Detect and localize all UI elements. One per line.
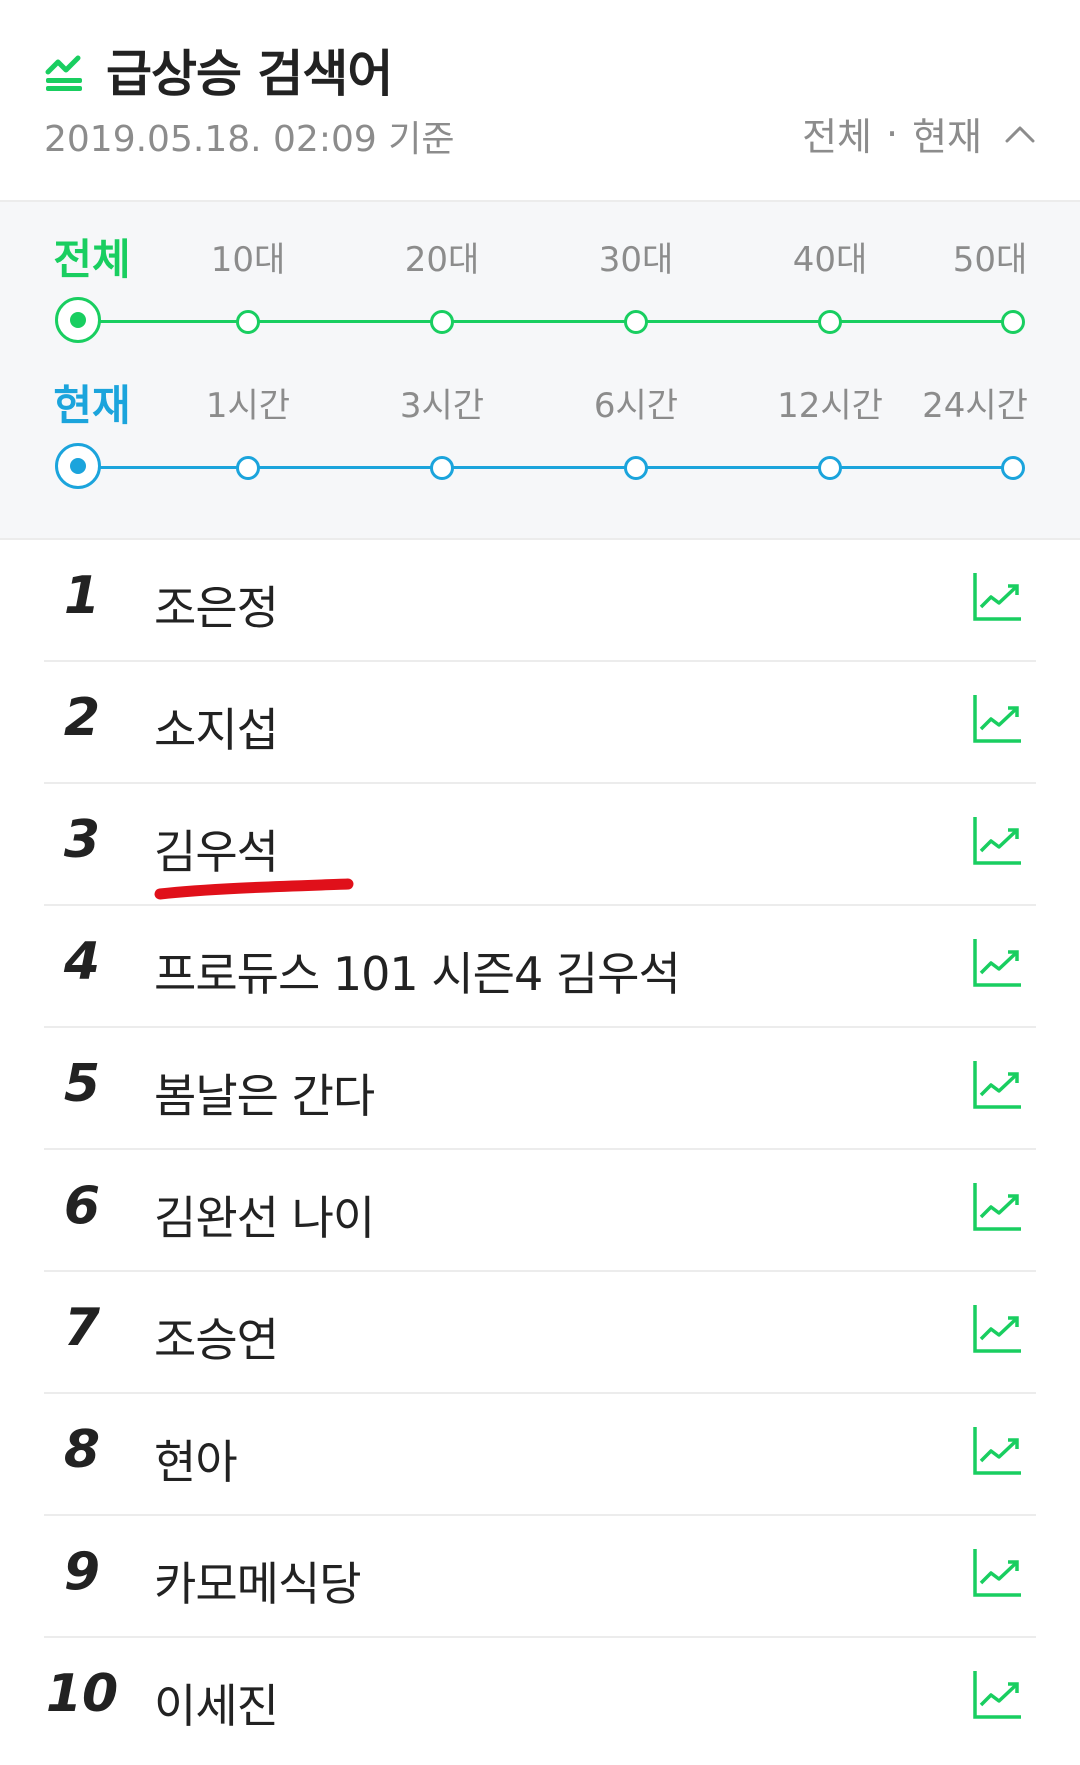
time-option-3h[interactable]: 3시간 [400, 378, 484, 427]
time-option-1h[interactable]: 1시간 [206, 378, 290, 427]
time-option-24h[interactable]: 24시간 [922, 378, 1028, 427]
page-title: 급상승 검색어 [106, 45, 393, 103]
filter-summary-toggle[interactable]: 전체 · 현재 [802, 106, 1036, 161]
trend-chart-icon[interactable] [972, 814, 1024, 866]
rank-number: 4 [63, 932, 101, 992]
time-slider-track[interactable] [78, 466, 1013, 469]
rank-number: 3 [63, 810, 101, 870]
time-option-12h[interactable]: 12시간 [777, 378, 883, 427]
time-option-now[interactable]: 현재 [53, 372, 130, 433]
rank-keyword[interactable]: 소지섭 [154, 694, 279, 760]
rising-trend-icon [45, 55, 82, 91]
ranking-item-9[interactable]: 9 카모메식당 [44, 1516, 1036, 1638]
rank-number: 5 [63, 1054, 101, 1114]
rank-keyword[interactable]: 조승연 [154, 1304, 279, 1370]
trend-chart-icon[interactable] [972, 692, 1024, 744]
time-node-now[interactable] [55, 443, 101, 489]
ranking-item-2[interactable]: 2 소지섭 [44, 662, 1036, 784]
time-filter-slider[interactable]: 현재 1시간 3시간 6시간 12시간 24시간 [0, 378, 1080, 518]
rank-keyword[interactable]: 현아 [154, 1426, 238, 1492]
ranking-item-4[interactable]: 4 프로듀스 101 시즌4 김우석 [44, 906, 1036, 1028]
rank-keyword[interactable]: 김우석 [154, 816, 279, 882]
rank-keyword[interactable]: 프로듀스 101 시즌4 김우석 [154, 938, 681, 1004]
time-node-1h[interactable] [236, 456, 260, 480]
age-option-40s[interactable]: 40대 [793, 232, 868, 281]
rank-number: 1 [63, 566, 101, 626]
ranking-item-3[interactable]: 3 김우석 [44, 784, 1036, 906]
time-node-24h[interactable] [1001, 456, 1025, 480]
trend-chart-icon[interactable] [972, 1302, 1024, 1354]
filter-summary-separator: · [885, 111, 899, 156]
time-option-6h[interactable]: 6시간 [594, 378, 678, 427]
age-node-10s[interactable] [236, 310, 260, 334]
trend-chart-icon[interactable] [972, 936, 1024, 988]
timestamp: 2019.05.18. 02:09 기준 [44, 119, 455, 160]
age-node-50s[interactable] [1001, 310, 1025, 334]
time-node-6h[interactable] [624, 456, 648, 480]
rank-keyword[interactable]: 김완선 나이 [154, 1182, 375, 1248]
ranking-item-6[interactable]: 6 김완선 나이 [44, 1150, 1036, 1272]
filter-panel: 전체 10대 20대 30대 40대 50대 현재 1시간 3시간 6시간 12… [0, 200, 1080, 540]
rank-number: 9 [63, 1542, 101, 1602]
rank-number: 10 [45, 1664, 119, 1724]
filter-summary-time: 현재 [912, 115, 982, 159]
ranking-list: 1 조은정 2 소지섭 3 김우석 4 프로듀스 101 시즌4 김우석 5 봄… [44, 540, 1036, 1760]
rank-number: 8 [63, 1420, 101, 1480]
rank-number: 7 [63, 1298, 101, 1358]
ranking-item-1[interactable]: 1 조은정 [44, 540, 1036, 662]
age-node-40s[interactable] [818, 310, 842, 334]
age-option-30s[interactable]: 30대 [599, 232, 674, 281]
rank-number: 2 [63, 688, 101, 748]
ranking-item-7[interactable]: 7 조승연 [44, 1272, 1036, 1394]
trend-chart-icon[interactable] [972, 1058, 1024, 1110]
time-node-3h[interactable] [430, 456, 454, 480]
rank-keyword[interactable]: 조은정 [154, 572, 279, 638]
age-slider-track[interactable] [78, 320, 1013, 323]
rank-number: 6 [63, 1176, 101, 1236]
age-filter-slider[interactable]: 전체 10대 20대 30대 40대 50대 [0, 232, 1080, 372]
age-option-10s[interactable]: 10대 [211, 232, 286, 281]
rank-keyword[interactable]: 카모메식당 [154, 1548, 362, 1614]
age-option-20s[interactable]: 20대 [405, 232, 480, 281]
filter-summary-age: 전체 [802, 115, 872, 159]
ranking-item-8[interactable]: 8 현아 [44, 1394, 1036, 1516]
time-node-12h[interactable] [818, 456, 842, 480]
trend-chart-icon[interactable] [972, 1180, 1024, 1232]
age-node-20s[interactable] [430, 310, 454, 334]
ranking-item-5[interactable]: 5 봄날은 간다 [44, 1028, 1036, 1150]
rank-keyword[interactable]: 이세진 [154, 1670, 279, 1736]
age-node-all[interactable] [55, 297, 101, 343]
trend-chart-icon[interactable] [972, 1424, 1024, 1476]
header: 급상승 검색어 2019.05.18. 02:09 기준 전체 · 현재 [0, 0, 1080, 200]
age-option-50s[interactable]: 50대 [953, 232, 1028, 281]
ranking-item-10[interactable]: 10 이세진 [44, 1638, 1036, 1760]
age-option-all[interactable]: 전체 [53, 226, 130, 287]
trend-chart-icon[interactable] [972, 570, 1024, 622]
trend-chart-icon[interactable] [972, 1546, 1024, 1598]
trend-chart-icon[interactable] [972, 1668, 1024, 1720]
age-node-30s[interactable] [624, 310, 648, 334]
rank-keyword[interactable]: 봄날은 간다 [154, 1060, 375, 1126]
chevron-up-icon [1005, 126, 1035, 142]
